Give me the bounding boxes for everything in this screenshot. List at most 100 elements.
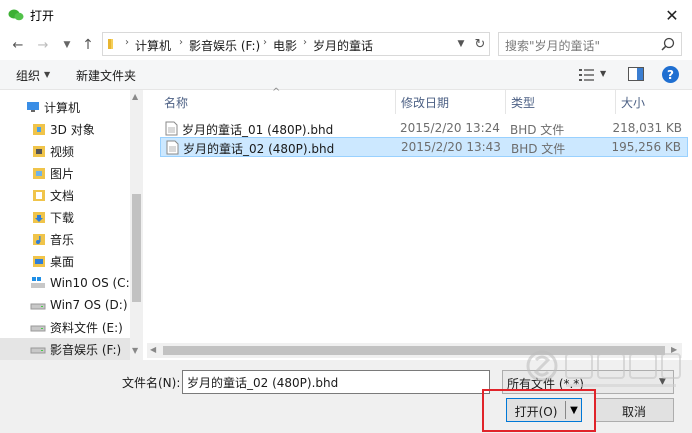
nav-scrollbar[interactable]: ▲ ▼	[130, 90, 143, 360]
file-modified: 2015/2/20 13:43	[401, 140, 501, 154]
up-button[interactable]: ↑	[78, 35, 98, 55]
file-icon	[166, 140, 179, 155]
nav-item-desktop[interactable]: 桌面	[0, 250, 130, 272]
cancel-button-label: 取消	[621, 405, 646, 419]
computer-icon	[27, 102, 39, 112]
breadcrumb-separator: ›	[179, 37, 183, 48]
preview-pane-icon[interactable]	[628, 67, 644, 81]
file-icon	[165, 121, 178, 136]
breadcrumb-separator: ›	[303, 37, 307, 48]
column-header-size[interactable]: 大小	[621, 94, 645, 111]
chevron-down-icon: ▼	[457, 39, 465, 49]
forward-button[interactable]: →	[33, 36, 53, 54]
search-placeholder: 搜索"岁月的童话"	[505, 39, 601, 53]
file-name: 岁月的童话_01 (480P).bhd	[182, 123, 334, 137]
nav-item-label: 视频	[50, 144, 75, 159]
chevron-down-icon: ▼	[63, 40, 71, 50]
filename-input[interactable]	[182, 370, 490, 394]
nav-item-label: 影音娱乐 (F:)	[50, 342, 122, 357]
search-icon	[661, 37, 675, 51]
search-input[interactable]: 搜索"岁月的童话"	[498, 32, 682, 56]
nav-item-label: 3D 对象	[50, 122, 95, 137]
folder-video-icon	[33, 146, 45, 157]
folder-downloads-icon	[33, 212, 45, 223]
nav-item-pictures[interactable]: 图片	[0, 162, 130, 184]
command-bar: 组织 ▼ 新建文件夹 ▼ ?	[0, 60, 692, 90]
new-folder-button[interactable]: 新建文件夹	[76, 67, 136, 84]
file-size: 195,256 KB	[611, 140, 681, 154]
breadcrumb-movies[interactable]: 电影	[273, 37, 297, 54]
close-button[interactable]: ✕	[652, 0, 692, 30]
nav-item-label: 图片	[50, 166, 75, 181]
file-size: 218,031 KB	[612, 121, 682, 135]
breadcrumb-computer[interactable]: 计算机	[135, 37, 171, 54]
nav-item-label: Win7 OS (D:)	[50, 298, 128, 312]
organize-button[interactable]: 组织	[16, 67, 40, 84]
file-name: 岁月的童话_02 (480P).bhd	[183, 142, 335, 156]
breadcrumb-current-folder[interactable]: 岁月的童话	[313, 37, 373, 54]
breadcrumb-separator: ›	[263, 37, 267, 48]
refresh-icon: ↻	[474, 36, 486, 52]
column-divider[interactable]	[615, 90, 616, 114]
file-row[interactable]: 岁月的童话_01 (480P).bhd 2015/2/20 13:24 BHD …	[160, 119, 688, 139]
help-icon: ?	[667, 67, 674, 82]
close-icon: ✕	[665, 5, 679, 25]
address-bar[interactable]: › 计算机 › 影音娱乐 (F:) › 电影 › 岁月的童话 ▼ ↻	[102, 32, 490, 56]
back-button[interactable]: ←	[8, 36, 28, 54]
column-header-modified[interactable]: 修改日期	[401, 94, 449, 111]
nav-item-label: 音乐	[50, 232, 75, 247]
nav-item-computer[interactable]: 计算机	[0, 96, 130, 118]
nav-item-drive-d[interactable]: Win7 OS (D:)	[0, 294, 130, 316]
scroll-left-icon[interactable]: ◀	[150, 345, 156, 354]
file-row-selected[interactable]: 岁月的童话_02 (480P).bhd 2015/2/20 13:43 BHD …	[160, 137, 688, 157]
arrow-up-icon: ↑	[82, 37, 94, 53]
cancel-button[interactable]: 取消	[594, 398, 674, 422]
scroll-up-icon[interactable]: ▲	[132, 92, 138, 101]
folder-icon	[108, 39, 113, 49]
nav-item-label: 计算机	[44, 100, 81, 115]
nav-item-documents[interactable]: 文档	[0, 184, 130, 206]
breadcrumb-drive-f[interactable]: 影音娱乐 (F:)	[189, 37, 260, 54]
folder-music-icon	[33, 234, 45, 245]
drive-icon	[30, 303, 46, 310]
folder-documents-icon	[33, 190, 45, 201]
nav-item-music[interactable]: 音乐	[0, 228, 130, 250]
nav-item-drive-e[interactable]: 资料文件 (E:)	[0, 316, 130, 338]
view-options-icon[interactable]	[578, 67, 596, 83]
nav-item-label: Win10 OS (C:)	[50, 276, 135, 290]
nav-item-3d-objects[interactable]: 3D 对象	[0, 118, 130, 140]
sort-ascending-icon: ^	[272, 87, 281, 98]
nav-item-label: 下载	[50, 210, 75, 225]
help-button[interactable]: ?	[662, 66, 679, 83]
nav-item-label: 资料文件 (E:)	[50, 320, 123, 335]
folder-3d-icon	[33, 124, 45, 135]
window-title: 打开	[30, 9, 55, 23]
arrow-right-icon: →	[37, 37, 49, 53]
filename-label: 文件名(N):	[122, 376, 181, 390]
drive-icon	[30, 325, 46, 332]
nav-item-label: 桌面	[50, 254, 75, 269]
nav-scroll-thumb[interactable]	[132, 194, 141, 302]
arrow-left-icon: ←	[12, 37, 24, 53]
nav-item-downloads[interactable]: 下载	[0, 206, 130, 228]
file-modified: 2015/2/20 13:24	[400, 121, 500, 135]
nav-item-drive-c[interactable]: Win10 OS (C:)	[0, 272, 134, 294]
nav-item-label: 文档	[50, 188, 75, 203]
column-header-name[interactable]: 名称	[164, 94, 188, 111]
chevron-down-icon[interactable]: ▼	[600, 69, 606, 78]
chevron-down-icon: ▼	[44, 70, 51, 79]
refresh-button[interactable]: ↻	[471, 35, 489, 53]
navigation-pane: 计算机 3D 对象 视频 图片 文档 下载 音乐 桌面 Win10 OS (C:…	[0, 90, 143, 360]
address-history-button[interactable]: ▼	[453, 36, 469, 52]
windows-drive-icon	[31, 277, 45, 288]
column-header-type[interactable]: 类型	[511, 94, 535, 111]
recent-locations-button[interactable]: ▼	[60, 36, 74, 54]
file-list: ^ 名称 修改日期 类型 大小 岁月的童话_01 (480P).bhd 2015…	[147, 87, 692, 352]
title-bar: 打开 ✕	[0, 0, 692, 30]
nav-item-videos[interactable]: 视频	[0, 140, 130, 162]
column-divider[interactable]	[395, 90, 396, 114]
nav-item-drive-f[interactable]: 影音娱乐 (F:)	[0, 338, 130, 360]
column-divider[interactable]	[505, 90, 506, 114]
scroll-down-icon[interactable]: ▼	[132, 346, 138, 355]
file-type: BHD 文件	[511, 142, 566, 156]
